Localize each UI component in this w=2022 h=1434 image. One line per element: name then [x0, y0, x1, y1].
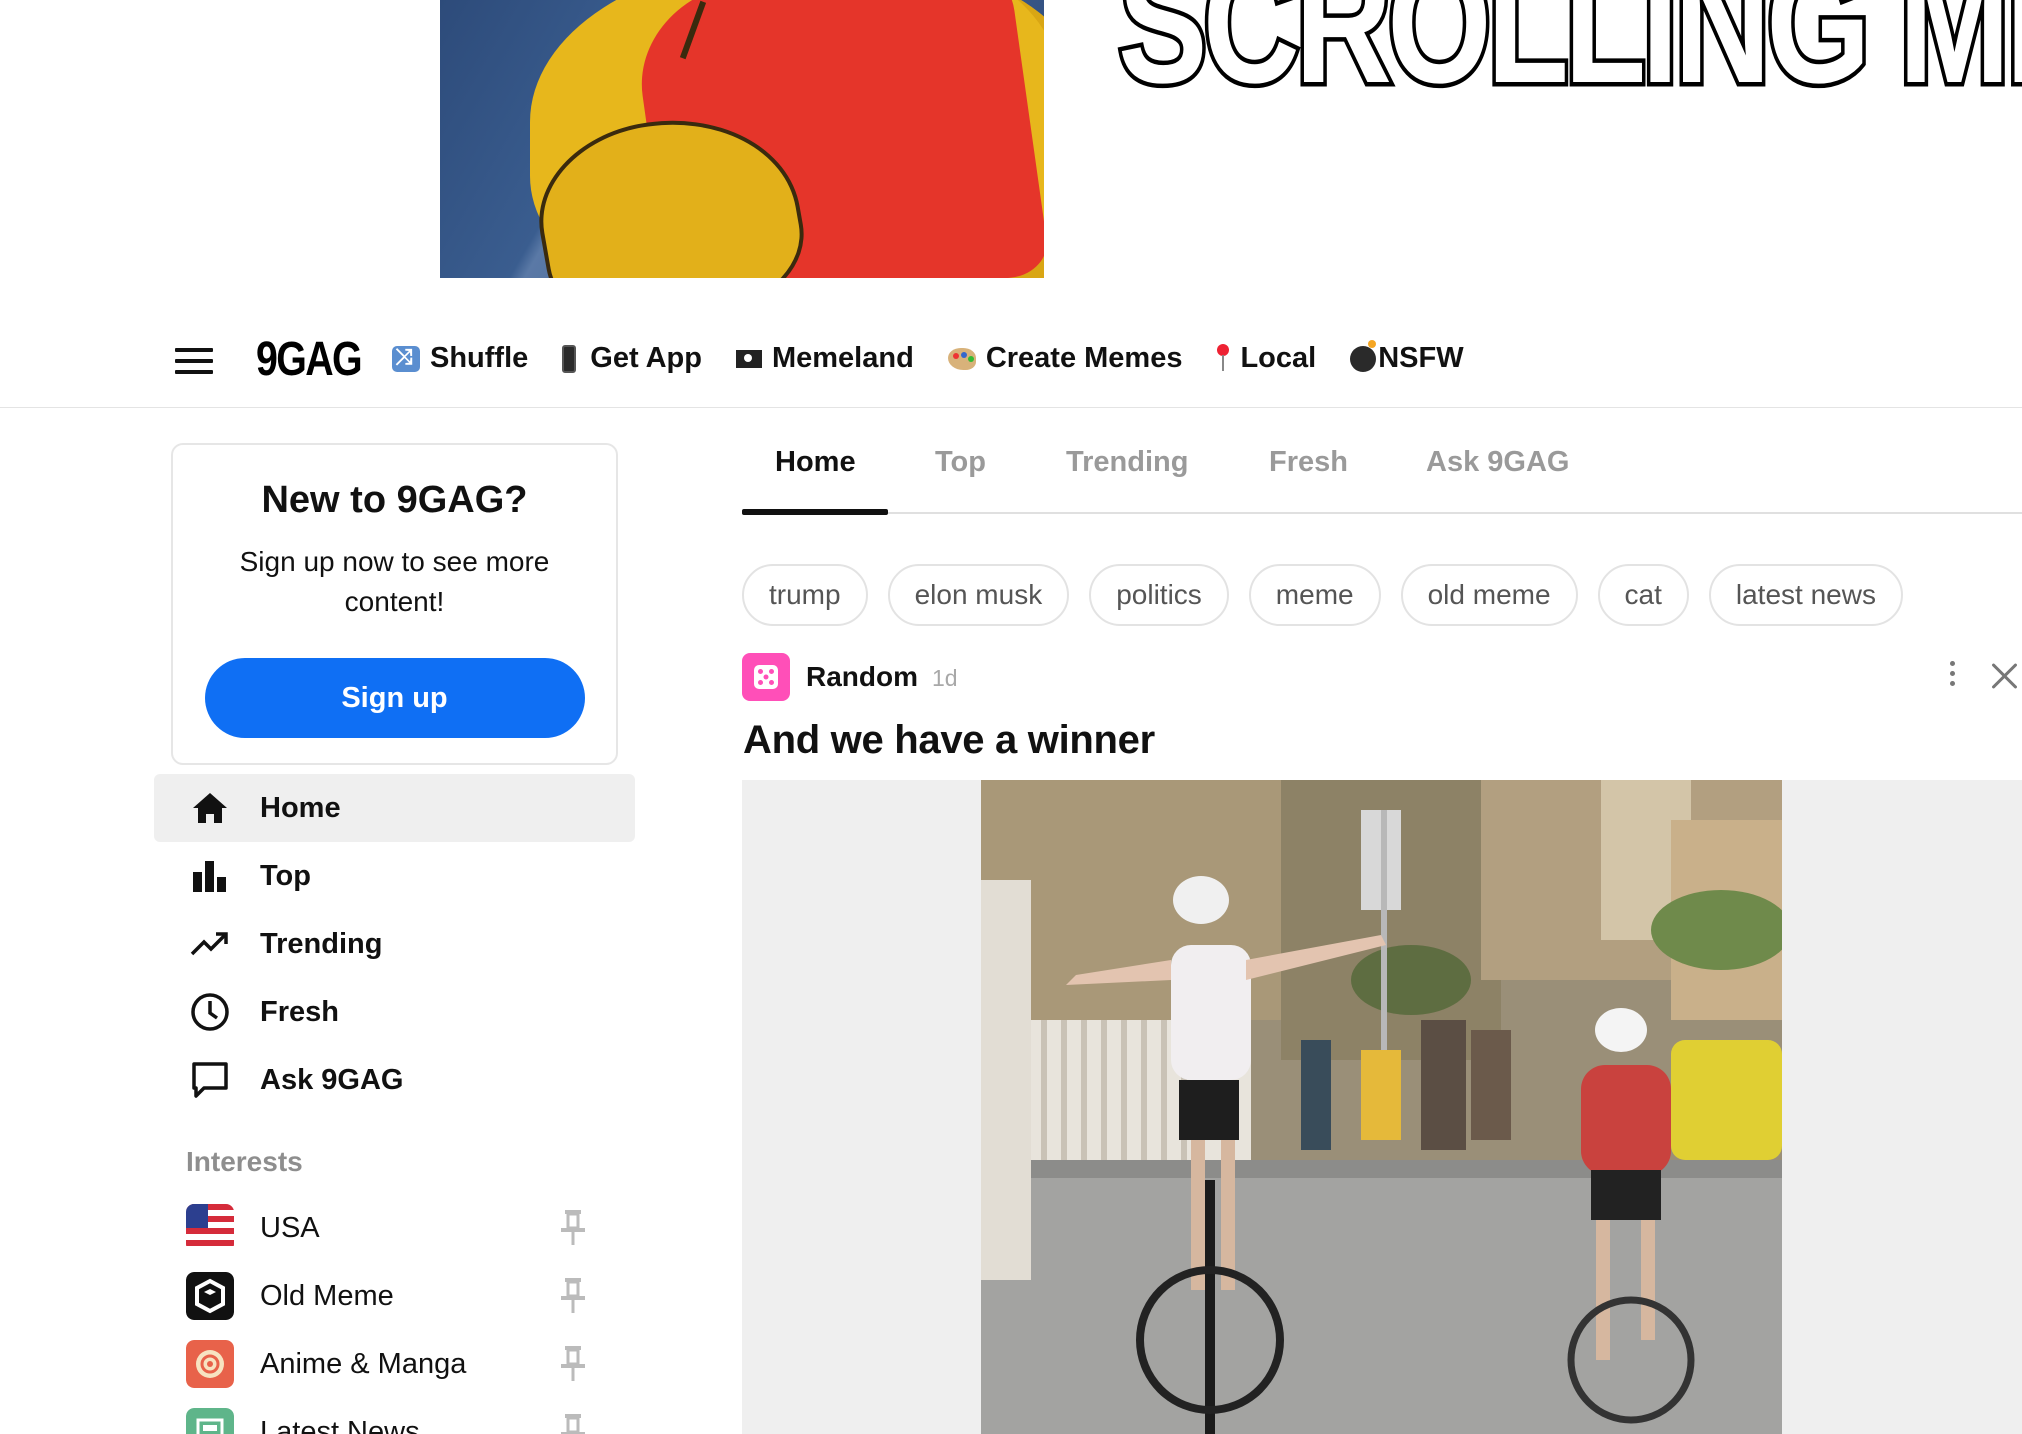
signup-card: New to 9GAG? Sign up now to see more con… [171, 443, 618, 765]
news-icon [186, 1408, 234, 1434]
nav-link-local[interactable]: Local [1216, 342, 1316, 375]
bomb-icon [1350, 339, 1377, 372]
post-timestamp: 1d [932, 665, 958, 691]
palette-icon [947, 347, 976, 370]
interest-label: Latest News [260, 1415, 420, 1434]
clock-icon [191, 993, 229, 1031]
signup-title: New to 9GAG? [261, 479, 528, 521]
interest-label: USA [260, 1211, 320, 1244]
nav-link-label: Memeland [771, 342, 914, 374]
more-options-icon[interactable] [1947, 661, 1957, 691]
interests-heading: Interests [186, 1146, 303, 1177]
pirate-flag-icon [735, 349, 762, 368]
nav-link-memeland[interactable]: Memeland [735, 342, 914, 375]
nav-link-shuffle[interactable]: Shuffle [392, 342, 528, 375]
nav-links: Shuffle Get App Memeland Create Memes Lo… [392, 339, 1498, 375]
feed-tabs: Home Top Trending Fresh Ask 9GAG [742, 430, 2022, 515]
interest-item-old-meme[interactable]: Old Meme [186, 1262, 606, 1330]
nav-link-nsfw[interactable]: NSFW [1350, 339, 1464, 375]
post-title[interactable]: And we have a winner [743, 718, 1155, 763]
usa-flag-icon [186, 1204, 234, 1252]
anime-icon [186, 1340, 234, 1388]
tab-home[interactable]: Home [775, 446, 856, 479]
tag-chip[interactable]: meme [1248, 564, 1381, 626]
nav-link-create-memes[interactable]: Create Memes [947, 342, 1183, 375]
signup-button[interactable]: Sign up [204, 658, 585, 738]
banner-text: SCROLLING ME [1114, 0, 2022, 119]
tag-chip[interactable]: elon musk [887, 564, 1070, 626]
pin-icon [1216, 343, 1230, 374]
cycling-video-frame [981, 780, 1782, 1434]
sidebar-nav: Home Top Trending Fresh Ask 9GAG [154, 774, 635, 1114]
pin-icon[interactable] [560, 1344, 586, 1382]
interests-list: USA Old Meme Anime & Manga Latest News [186, 1194, 606, 1434]
nav-link-label: Shuffle [430, 342, 529, 374]
bar-chart-icon [193, 861, 226, 892]
close-icon[interactable] [1990, 661, 2020, 691]
sidebar-item-home[interactable]: Home [154, 774, 635, 842]
sidebar-item-ask-9gag[interactable]: Ask 9GAG [154, 1046, 635, 1114]
sidebar-item-label: Fresh [260, 995, 339, 1028]
pin-icon[interactable] [560, 1276, 586, 1314]
nav-link-label: NSFW [1378, 342, 1464, 374]
sidebar-item-top[interactable]: Top [154, 842, 635, 910]
hamburger-menu-icon[interactable] [175, 348, 213, 374]
shuffle-icon [392, 344, 420, 372]
tag-chip[interactable]: politics [1089, 564, 1229, 626]
tab-top[interactable]: Top [935, 446, 986, 479]
trending-icon [190, 932, 228, 956]
old-meme-icon [186, 1272, 234, 1320]
interest-item-latest-news[interactable]: Latest News [186, 1398, 606, 1434]
post-media[interactable] [981, 780, 1782, 1434]
sidebar-item-label: Trending [260, 927, 383, 960]
logo[interactable]: 9GAG [256, 332, 363, 387]
interest-label: Anime & Manga [260, 1347, 467, 1380]
chat-bubble-icon [192, 1062, 228, 1098]
banner-meme-image [440, 0, 1044, 278]
home-icon [193, 793, 227, 823]
nav-link-get-app[interactable]: Get App [562, 342, 702, 375]
nav-link-label: Local [1240, 342, 1317, 374]
nav-link-label: Create Memes [985, 342, 1183, 374]
tag-chips: trump elon musk politics meme old meme c… [742, 564, 1923, 626]
post-group-name[interactable]: Random [806, 661, 918, 693]
sidebar-item-label: Ask 9GAG [260, 1063, 404, 1096]
pin-icon[interactable] [560, 1412, 586, 1434]
interest-item-usa[interactable]: USA [186, 1194, 606, 1262]
tab-trending[interactable]: Trending [1066, 446, 1188, 479]
tab-ask-9gag[interactable]: Ask 9GAG [1426, 446, 1569, 479]
tag-chip[interactable]: cat [1597, 564, 1689, 626]
sidebar-item-label: Top [260, 859, 311, 892]
promo-banner[interactable]: SCROLLING ME [0, 0, 2022, 278]
post-header: Random 1d [742, 653, 2022, 701]
active-tab-indicator [742, 509, 888, 515]
interest-item-anime-manga[interactable]: Anime & Manga [186, 1330, 606, 1398]
pin-icon[interactable] [560, 1208, 586, 1246]
sidebar-item-trending[interactable]: Trending [154, 910, 635, 978]
phone-icon [562, 344, 577, 373]
tag-chip[interactable]: latest news [1708, 564, 1903, 626]
sidebar-item-label: Home [260, 791, 341, 824]
dice-icon[interactable] [742, 653, 790, 701]
tag-chip[interactable]: old meme [1400, 564, 1578, 626]
top-navigation: 9GAG Shuffle Get App Memeland Create Mem… [0, 318, 2022, 408]
signup-subtitle: Sign up now to see more content! [239, 546, 550, 617]
tag-chip[interactable]: trump [742, 564, 868, 626]
nav-link-label: Get App [590, 342, 702, 374]
sidebar-item-fresh[interactable]: Fresh [154, 978, 635, 1046]
interest-label: Old Meme [260, 1279, 394, 1312]
tab-fresh[interactable]: Fresh [1269, 446, 1348, 479]
